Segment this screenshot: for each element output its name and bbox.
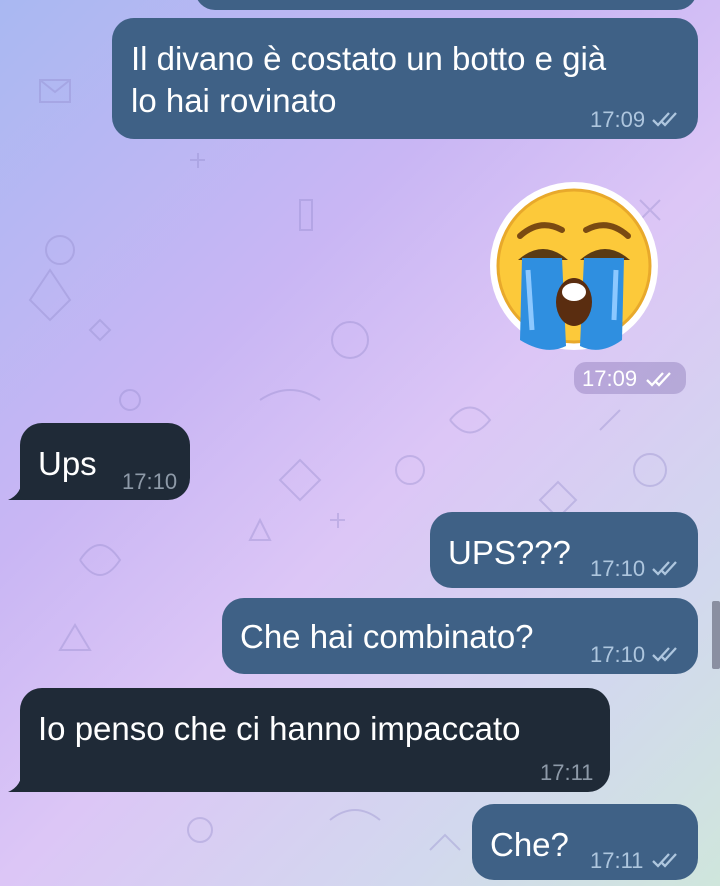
message-time: 17:10 bbox=[590, 642, 646, 667]
message-text-line: lo hai rovinato bbox=[131, 82, 337, 119]
message-time: 17:11 bbox=[590, 848, 644, 873]
message-text: Io penso che ci hanno impaccato bbox=[38, 710, 521, 747]
sticker-message[interactable] bbox=[488, 180, 660, 352]
sticker-time-badge: 17:09 bbox=[574, 362, 686, 394]
message-bubble-outgoing[interactable]: Il divano è costato un botto e già lo ha… bbox=[112, 18, 698, 139]
message-time: 17:10 bbox=[590, 556, 646, 581]
message-time: 17:09 bbox=[590, 107, 646, 132]
message-time: 17:09 bbox=[582, 366, 638, 391]
crying-face-icon bbox=[490, 182, 658, 350]
message-bubble-outgoing[interactable]: Che? 17:11 bbox=[472, 804, 698, 880]
scrollbar-thumb[interactable] bbox=[712, 601, 720, 669]
message-bubble-outgoing[interactable]: Che hai combinato? 17:10 bbox=[222, 598, 698, 674]
message-time: 17:11 bbox=[540, 760, 594, 785]
message-time: 17:10 bbox=[122, 469, 178, 494]
double-check-icon bbox=[652, 561, 677, 576]
message-text: UPS??? bbox=[448, 534, 571, 571]
double-check-icon bbox=[646, 372, 671, 387]
message-bubble-outgoing[interactable]: UPS??? 17:10 bbox=[430, 512, 698, 588]
double-check-icon bbox=[652, 647, 677, 662]
message-text: Ups bbox=[38, 445, 97, 482]
message-text: Che hai combinato? bbox=[240, 618, 534, 655]
message-text-line: Il divano è costato un botto e già bbox=[131, 40, 607, 77]
message-bubble-incoming[interactable]: Ups 17:10 bbox=[20, 423, 190, 500]
message-text: Il divano è costato un botto e già lo ha… bbox=[131, 38, 606, 122]
message-bubble-partial bbox=[195, 0, 697, 10]
message-text: Che? bbox=[490, 826, 569, 863]
message-bubble-incoming[interactable]: Io penso che ci hanno impaccato 17:11 bbox=[20, 688, 610, 792]
double-check-icon bbox=[652, 112, 677, 127]
double-check-icon bbox=[652, 853, 677, 868]
